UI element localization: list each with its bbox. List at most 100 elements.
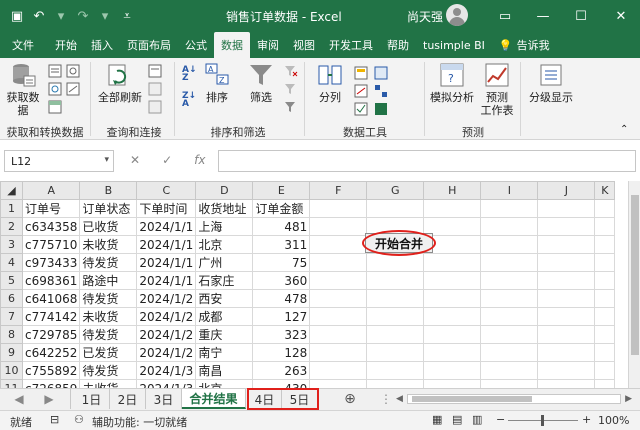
user-name[interactable]: 尚天强: [407, 8, 443, 25]
cell[interactable]: [480, 235, 539, 254]
tab-help[interactable]: 帮助: [380, 32, 416, 58]
cell[interactable]: [480, 361, 539, 380]
scroll-tabs-right-icon[interactable]: ▶: [34, 389, 64, 409]
redo-icon[interactable]: ↷: [72, 5, 94, 27]
cell[interactable]: 311: [252, 235, 311, 254]
row-header[interactable]: 8: [0, 325, 23, 344]
column-header[interactable]: K: [594, 181, 616, 200]
avatar[interactable]: [446, 4, 468, 26]
cell[interactable]: [594, 235, 616, 254]
worksheet-table[interactable]: ◢ ABCDEFGHIJK 1 订单号 订单状态 下单时间 收货地址 订单金额 2 c6343…: [0, 181, 616, 388]
cell[interactable]: [366, 253, 425, 272]
cell[interactable]: [366, 343, 425, 362]
cell[interactable]: 430: [252, 379, 311, 388]
cell[interactable]: c729785: [21, 325, 81, 344]
undo-icon[interactable]: ↶: [28, 5, 50, 27]
maximize-button[interactable]: ☐: [562, 0, 600, 32]
cell[interactable]: [594, 271, 616, 290]
insert-function-icon[interactable]: fx: [194, 153, 205, 167]
filter-button[interactable]: 筛选: [246, 62, 276, 104]
vertical-scrollbar[interactable]: [628, 181, 640, 388]
cell[interactable]: 128: [252, 343, 311, 362]
row-header[interactable]: 2: [0, 217, 23, 236]
cell[interactable]: 360: [252, 271, 311, 290]
get-data-button[interactable]: 获取数 据: [6, 62, 40, 117]
cell[interactable]: 重庆: [195, 325, 254, 344]
cell[interactable]: [309, 325, 368, 344]
cell[interactable]: 已发货: [79, 343, 138, 362]
cell[interactable]: [423, 253, 482, 272]
worksheet-grid[interactable]: ◢ ABCDEFGHIJK 1 订单号 订单状态 下单时间 收货地址 订单金额 2 c6343…: [0, 181, 628, 388]
cell[interactable]: [309, 253, 368, 272]
cell[interactable]: 北京: [195, 379, 254, 388]
consolidate-icon[interactable]: [374, 66, 388, 80]
cell[interactable]: 收货地址: [195, 199, 254, 218]
cell[interactable]: [423, 289, 482, 308]
cell[interactable]: 订单号: [21, 199, 81, 218]
cell[interactable]: c774142: [21, 307, 81, 326]
remove-duplicates-icon[interactable]: [354, 84, 368, 98]
sheet-tab-3[interactable]: 3日: [146, 389, 182, 409]
cell[interactable]: [309, 379, 368, 388]
cell[interactable]: [366, 361, 425, 380]
column-header[interactable]: B: [79, 181, 138, 200]
cell[interactable]: c698361: [21, 271, 81, 290]
cell[interactable]: 未收货: [79, 379, 138, 388]
cell[interactable]: 2024/1/1: [136, 217, 197, 236]
normal-view-icon[interactable]: ▦: [432, 413, 442, 426]
cell[interactable]: [309, 361, 368, 380]
cell[interactable]: [423, 271, 482, 290]
column-header[interactable]: D: [195, 181, 254, 200]
cell[interactable]: c642252: [21, 343, 81, 362]
existing-connections-icon[interactable]: [66, 82, 80, 96]
cell[interactable]: 2024/1/3: [136, 379, 197, 388]
sheet-tab-1[interactable]: 1日: [74, 389, 110, 409]
cell[interactable]: 待发货: [79, 325, 138, 344]
select-all-corner[interactable]: ◢: [0, 181, 23, 200]
tab-insert[interactable]: 插入: [84, 32, 120, 58]
cell[interactable]: c641068: [21, 289, 81, 308]
cell[interactable]: [423, 325, 482, 344]
tab-split-handle-icon[interactable]: ⋮: [380, 389, 392, 409]
cell[interactable]: [480, 253, 539, 272]
cell[interactable]: c634358: [21, 217, 81, 236]
cell[interactable]: 南宁: [195, 343, 254, 362]
cell[interactable]: [594, 199, 616, 218]
horizontal-scrollbar[interactable]: ◀ ▶: [394, 389, 634, 409]
sort-z-to-a-icon[interactable]: Z↓ A: [182, 92, 200, 109]
cell[interactable]: [594, 217, 616, 236]
undo-dropdown-icon[interactable]: ▾: [50, 5, 72, 27]
scroll-track[interactable]: [406, 394, 622, 404]
forecast-sheet-button[interactable]: 预测 工作表: [478, 62, 516, 117]
cell[interactable]: 127: [252, 307, 311, 326]
cell[interactable]: [594, 253, 616, 272]
cell[interactable]: 订单状态: [79, 199, 138, 218]
cell[interactable]: 2024/1/3: [136, 361, 197, 380]
cell[interactable]: [480, 307, 539, 326]
tab-developer[interactable]: 开发工具: [322, 32, 380, 58]
cell[interactable]: [480, 289, 539, 308]
column-header[interactable]: G: [366, 181, 425, 200]
column-header[interactable]: J: [537, 181, 596, 200]
cell[interactable]: [537, 343, 596, 362]
cell[interactable]: 下单时间: [136, 199, 197, 218]
cell[interactable]: 2024/1/2: [136, 343, 197, 362]
cell[interactable]: c973433: [21, 253, 81, 272]
cell[interactable]: 待发货: [79, 361, 138, 380]
what-if-analysis-button[interactable]: ? 模拟分析: [428, 62, 476, 104]
tab-view[interactable]: 视图: [286, 32, 322, 58]
tab-tusimple-bi[interactable]: tusimple BI: [416, 32, 492, 58]
cell[interactable]: [423, 307, 482, 326]
cell[interactable]: 上海: [195, 217, 254, 236]
cell[interactable]: [594, 343, 616, 362]
cell[interactable]: 待发货: [79, 253, 138, 272]
redo-dropdown-icon[interactable]: ▾: [94, 5, 116, 27]
outline-button[interactable]: 分级显示: [526, 62, 576, 104]
cell[interactable]: c755892: [21, 361, 81, 380]
row-header[interactable]: 7: [0, 307, 23, 326]
cell[interactable]: [480, 343, 539, 362]
column-header[interactable]: C: [136, 181, 197, 200]
tab-review[interactable]: 审阅: [250, 32, 286, 58]
column-header[interactable]: E: [252, 181, 311, 200]
cell[interactable]: [537, 253, 596, 272]
